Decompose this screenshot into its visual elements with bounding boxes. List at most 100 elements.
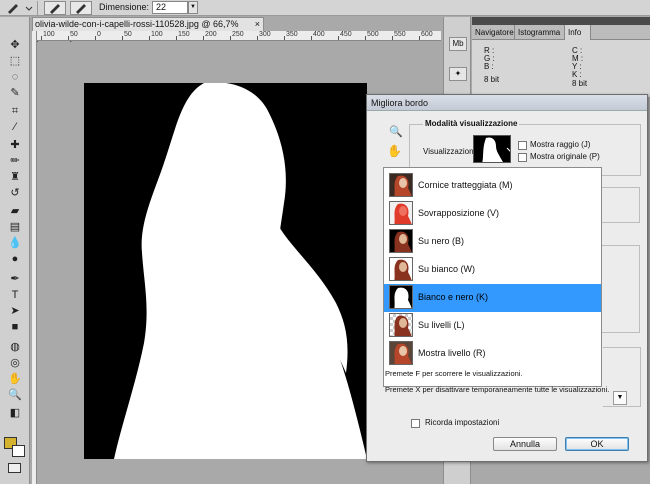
crop-tool-icon[interactable]: ⌗ bbox=[6, 104, 24, 118]
close-document-icon[interactable]: × bbox=[255, 18, 260, 31]
cancel-button[interactable]: Annulla bbox=[493, 437, 557, 451]
show-radius-checkbox[interactable] bbox=[518, 141, 527, 150]
ruler-tick-mark bbox=[365, 36, 366, 40]
dimension-input[interactable]: 22 bbox=[152, 1, 188, 14]
ruler-tick-label: 600 bbox=[421, 31, 433, 38]
brush-tool-icon[interactable]: ✏ bbox=[6, 154, 24, 168]
ruler-tick-mark bbox=[230, 36, 231, 40]
lasso-tool-icon[interactable]: ◌ bbox=[6, 70, 24, 84]
show-original-label: Mostra originale (P) bbox=[530, 152, 600, 161]
eyedropper-tool-icon[interactable]: ⁄ bbox=[6, 120, 24, 134]
ruler-tick-mark bbox=[203, 36, 204, 40]
show-radius-label: Mostra raggio (J) bbox=[530, 140, 591, 149]
document-tab[interactable]: olivia-wilde-con-i-capelli-rossi-110528.… bbox=[32, 17, 264, 42]
output-select-arrow[interactable]: ▼ bbox=[613, 391, 627, 405]
view-option-reveal-layer[interactable]: Mostra livello (R) bbox=[384, 340, 601, 368]
3d-rotate-tool-icon[interactable]: ◍ bbox=[6, 340, 24, 354]
ruler-vertical bbox=[32, 31, 37, 484]
view-option-on-layers[interactable]: Su livelli (L) bbox=[384, 312, 601, 340]
hint-disable-views: Premete X per disattivare temporaneament… bbox=[385, 385, 610, 394]
ruler-tick-label: 500 bbox=[367, 31, 379, 38]
view-option-on-white[interactable]: Su bianco (W) bbox=[384, 256, 601, 284]
thumb-photo bbox=[389, 173, 413, 197]
zoom-tool-icon[interactable]: 🔍 bbox=[6, 388, 24, 402]
hand-tool-icon[interactable]: ✋ bbox=[6, 372, 24, 386]
ruler-tick-mark bbox=[68, 36, 69, 40]
ruler-tick-label: 200 bbox=[205, 31, 217, 38]
ruler-tick-label: 0 bbox=[97, 31, 101, 38]
quick-mask-icon[interactable] bbox=[8, 463, 21, 473]
ruler-tick-mark bbox=[284, 36, 285, 40]
ruler-tick-label: 100 bbox=[43, 31, 55, 38]
history-brush-tool-icon[interactable]: ↺ bbox=[6, 186, 24, 200]
ruler-tick-label: 350 bbox=[286, 31, 298, 38]
view-label: Visualizzazione: bbox=[423, 147, 481, 156]
zoom-icon[interactable]: 🔍 bbox=[389, 125, 403, 138]
path-selection-tool-icon[interactable]: ➤ bbox=[6, 304, 24, 318]
blur-tool-icon[interactable]: 💧 bbox=[6, 236, 24, 250]
tab-istogramma[interactable]: Istogramma bbox=[515, 25, 565, 40]
marquee-tool-icon[interactable]: ⬚ bbox=[6, 54, 24, 68]
ok-button[interactable]: OK bbox=[565, 437, 629, 451]
ruler-tick-mark bbox=[95, 36, 96, 40]
view-mode-label: Modalità visualizzazione bbox=[423, 119, 520, 128]
ruler-tick-mark bbox=[149, 36, 150, 40]
ruler-horizontal: 100 50 0 50 100 150 200 250 300 350 400 450 500 550 60… bbox=[37, 31, 441, 41]
ruler-tick-label: 50 bbox=[70, 31, 78, 38]
dimension-dropdown-arrow[interactable]: ▼ bbox=[188, 1, 198, 14]
3d-orbit-tool-icon[interactable]: ◎ bbox=[6, 356, 24, 370]
panel-tabs: Navigatore Istogramma Info bbox=[472, 25, 650, 40]
view-mode-dropdown[interactable]: Cornice tratteggiata (M) Sovrapposizione… bbox=[383, 167, 602, 387]
thumb-on-black bbox=[389, 229, 413, 253]
remember-settings-checkbox[interactable] bbox=[411, 419, 420, 428]
thumb-red-overlay bbox=[389, 201, 413, 225]
brush-add-icon[interactable] bbox=[44, 1, 66, 15]
ruler-tick-label: 250 bbox=[232, 31, 244, 38]
view-option-black-white[interactable]: Bianco e nero (K) bbox=[384, 284, 601, 312]
hint-cycle-views: Premete F per scorrere le visualizzazion… bbox=[385, 369, 523, 378]
type-tool-icon[interactable]: T bbox=[6, 288, 24, 302]
move-tool-icon[interactable]: ✥ bbox=[6, 38, 24, 52]
shape-tool-icon[interactable]: ■ bbox=[6, 320, 24, 334]
brush-subtract-icon[interactable] bbox=[70, 1, 92, 15]
default-colors-icon[interactable]: ◧ bbox=[6, 406, 24, 420]
dimension-label: Dimensione: bbox=[99, 2, 150, 12]
tab-info[interactable]: Info bbox=[565, 25, 591, 40]
clone-stamp-tool-icon[interactable]: ♜ bbox=[6, 170, 24, 184]
view-option-overlay[interactable]: Sovrapposizione (V) bbox=[384, 200, 601, 228]
info-bitdepth-left: 8 bit bbox=[484, 75, 500, 84]
ruler-tick-label: 300 bbox=[259, 31, 271, 38]
pen-tool-icon[interactable]: ✒ bbox=[6, 272, 24, 286]
thumb-on-white bbox=[389, 257, 413, 281]
thumb-mask bbox=[389, 285, 413, 309]
eraser-tool-icon[interactable]: ▰ bbox=[6, 204, 24, 218]
swatches-icon[interactable]: ✦ bbox=[449, 67, 467, 81]
mask-image bbox=[84, 83, 367, 459]
quick-selection-tool-icon[interactable]: ✎ bbox=[6, 86, 24, 100]
info-k-label: K : bbox=[572, 70, 582, 79]
show-original-checkbox[interactable] bbox=[518, 153, 527, 162]
adjust-edge-group-edge bbox=[602, 245, 640, 333]
background-color-swatch[interactable] bbox=[12, 445, 25, 457]
ruler-tick-mark bbox=[41, 36, 42, 40]
remember-settings-label: Ricorda impostazioni bbox=[425, 418, 500, 427]
ruler-tick-label: 400 bbox=[313, 31, 325, 38]
view-option-on-black[interactable]: Su nero (B) bbox=[384, 228, 601, 256]
tab-navigatore[interactable]: Navigatore bbox=[472, 25, 515, 40]
ruler-tick-label: 100 bbox=[151, 31, 163, 38]
info-bitdepth-right: 8 bit bbox=[572, 79, 588, 88]
minibridge-icon[interactable]: Mb bbox=[449, 37, 467, 51]
healing-brush-tool-icon[interactable]: ✚ bbox=[6, 138, 24, 152]
gradient-tool-icon[interactable]: ▤ bbox=[6, 220, 24, 234]
dodge-tool-icon[interactable]: ● bbox=[6, 252, 24, 266]
ruler-tick-mark bbox=[176, 36, 177, 40]
tools-panel: ✥ ⬚ ◌ ✎ ⌗ ⁄ ✚ ✏ ♜ ↺ ▰ ▤ 💧 ● ✒ T ➤ ■ ◍ ◎ … bbox=[0, 17, 30, 484]
ruler-tick-mark bbox=[419, 36, 420, 40]
brush-tool-preset-icon[interactable] bbox=[4, 1, 38, 15]
view-option-marching-ants[interactable]: Cornice tratteggiata (M) bbox=[384, 172, 601, 200]
refine-edge-dialog: Migliora bordo 🔍 ✋ Modalità visualizzazi… bbox=[366, 94, 648, 462]
view-selector-thumbnail[interactable] bbox=[473, 135, 511, 163]
panel-header-strip bbox=[472, 17, 650, 25]
hand-icon[interactable]: ✋ bbox=[387, 144, 402, 158]
ruler-tick-mark bbox=[311, 36, 312, 40]
